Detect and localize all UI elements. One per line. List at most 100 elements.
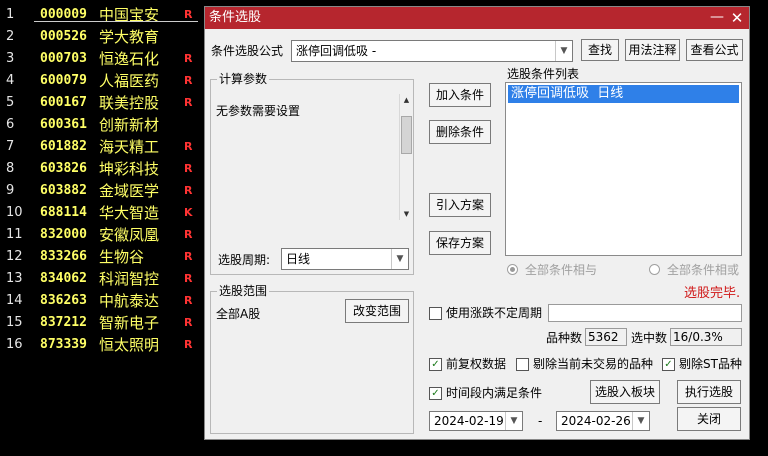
- formula-select[interactable]: 涨停回调低吸 - ▼: [291, 40, 573, 62]
- stock-name: 坤彩科技: [99, 160, 160, 178]
- stock-row[interactable]: 12 833266 生物谷 R: [0, 246, 205, 268]
- condition-list[interactable]: 涨停回调低吸 日线: [505, 82, 742, 256]
- save-scheme-button[interactable]: 保存方案: [429, 231, 491, 255]
- stock-flag: R: [184, 96, 193, 109]
- stock-flag: R: [184, 272, 193, 285]
- stock-row[interactable]: 7 601882 海天精工 R: [0, 136, 205, 158]
- stock-name: 人福医药: [99, 72, 160, 90]
- stock-code: 603826: [40, 161, 87, 176]
- stock-code: 688114: [40, 205, 87, 220]
- stock-code: 000526: [40, 29, 87, 44]
- radio-or-label: 全部条件相或: [667, 263, 740, 277]
- add-condition-button[interactable]: 加入条件: [429, 83, 491, 107]
- stock-row[interactable]: 2 000526 学大教育: [0, 26, 205, 48]
- stock-row[interactable]: 15 837212 智新电子 R: [0, 312, 205, 334]
- count-field: 5362: [585, 328, 627, 346]
- time-range-label: 时间段内满足条件: [446, 386, 543, 400]
- stock-row[interactable]: 4 600079 人福医药 R: [0, 70, 205, 92]
- stock-row[interactable]: 5 600167 联美控股 R: [0, 92, 205, 114]
- stock-name: 安徽凤凰: [99, 226, 160, 244]
- chevron-down-icon[interactable]: ▼: [555, 41, 572, 61]
- date-from-picker[interactable]: 2024-02-19 ▼: [429, 411, 523, 431]
- stock-row[interactable]: 8 603826 坤彩科技 R: [0, 158, 205, 180]
- stock-flag: R: [184, 228, 193, 241]
- period-value: 日线: [286, 252, 311, 266]
- stock-name: 智新电子: [99, 314, 160, 332]
- condition-list-title: 选股条件列表: [507, 67, 580, 81]
- dialog-titlebar[interactable]: 条件选股 — ✕: [205, 7, 749, 29]
- stock-row[interactable]: 6 600361 创新新材: [0, 114, 205, 136]
- stock-row[interactable]: 16 873339 恒太照明 R: [0, 334, 205, 356]
- stock-code: 603882: [40, 183, 87, 198]
- scroll-up-icon[interactable]: ▲: [401, 95, 412, 105]
- scroll-down-icon[interactable]: ▼: [401, 209, 412, 219]
- stock-flag: R: [184, 294, 193, 307]
- remove-untraded-checkbox[interactable]: [516, 358, 529, 371]
- period-select[interactable]: 日线 ▼: [281, 248, 409, 270]
- row-number: 12: [6, 249, 23, 264]
- stock-row[interactable]: 14 836263 中航泰达 R: [0, 290, 205, 312]
- change-range-button[interactable]: 改变范围: [345, 299, 409, 323]
- remove-st-label: 剔除ST品种: [679, 357, 742, 371]
- formula-value: 涨停回调低吸 -: [296, 44, 377, 58]
- stock-name: 华大智造: [99, 204, 160, 222]
- condition-list-item[interactable]: 涨停回调低吸 日线: [508, 85, 739, 103]
- variable-period-label: 使用涨跌不定周期: [446, 306, 543, 320]
- row-number: 13: [6, 271, 23, 286]
- scroll-thumb[interactable]: [401, 116, 412, 154]
- execute-button[interactable]: 执行选股: [677, 380, 741, 404]
- variable-period-input[interactable]: [548, 304, 742, 322]
- time-range-checkbox[interactable]: ✓: [429, 387, 442, 400]
- stock-flag: K: [184, 206, 193, 219]
- stock-row[interactable]: 9 603882 金域医学 R: [0, 180, 205, 202]
- stock-code: 600079: [40, 73, 87, 88]
- stock-row[interactable]: 3 000703 恒逸石化 R: [0, 48, 205, 70]
- prior-adjust-checkbox[interactable]: ✓: [429, 358, 442, 371]
- remove-st-checkbox[interactable]: ✓: [662, 358, 675, 371]
- row-number: 14: [6, 293, 23, 308]
- stock-row[interactable]: 11 832000 安徽凤凰 R: [0, 224, 205, 246]
- stock-row[interactable]: 13 834062 科润智控 R: [0, 268, 205, 290]
- radio-or[interactable]: [649, 264, 660, 275]
- minimize-icon[interactable]: —: [709, 7, 725, 29]
- stock-code: 834062: [40, 271, 87, 286]
- stock-code: 837212: [40, 315, 87, 330]
- date-separator: -: [538, 414, 543, 428]
- stock-code: 600167: [40, 95, 87, 110]
- status-text: 选股完毕.: [684, 286, 741, 301]
- range-value: 全部A股: [216, 307, 261, 321]
- stock-row[interactable]: 10 688114 华大智造 K: [0, 202, 205, 224]
- stock-name: 恒逸石化: [99, 50, 160, 68]
- stock-code: 832000: [40, 227, 87, 242]
- row-number: 1: [6, 7, 15, 22]
- chevron-down-icon[interactable]: ▼: [505, 412, 522, 430]
- view-formula-button[interactable]: 查看公式: [686, 39, 743, 61]
- usage-notes-button[interactable]: 用法注释: [625, 39, 680, 61]
- remove-untraded-label: 剔除当前未交易的品种: [533, 357, 654, 371]
- date-to-picker[interactable]: 2024-02-26 ▼: [556, 411, 650, 431]
- chevron-down-icon[interactable]: ▼: [391, 249, 408, 269]
- add-to-block-button[interactable]: 选股入板块: [590, 380, 660, 404]
- stock-code: 833266: [40, 249, 87, 264]
- stock-code: 601882: [40, 139, 87, 154]
- radio-and[interactable]: [507, 264, 518, 275]
- stock-code: 000009: [40, 7, 87, 22]
- variable-period-checkbox[interactable]: [429, 307, 442, 320]
- dialog-title: 条件选股: [209, 10, 262, 25]
- stock-code: 873339: [40, 337, 87, 352]
- params-scrollbar[interactable]: ▲ ▼: [399, 94, 413, 220]
- close-button[interactable]: 关闭: [677, 407, 741, 431]
- selected-row-underline: [34, 21, 198, 22]
- stock-row[interactable]: 1 000009 中国宝安 R: [0, 4, 205, 26]
- delete-condition-button[interactable]: 删除条件: [429, 120, 491, 144]
- params-text: 无参数需要设置: [216, 104, 301, 118]
- stock-flag: R: [184, 250, 193, 263]
- close-icon[interactable]: ✕: [729, 7, 745, 29]
- selected-field: 16/0.3%: [670, 328, 742, 346]
- row-number: 5: [6, 95, 15, 110]
- import-scheme-button[interactable]: 引入方案: [429, 193, 491, 217]
- row-number: 11: [6, 227, 23, 242]
- find-button[interactable]: 查找: [581, 39, 619, 61]
- stock-name: 恒太照明: [99, 336, 160, 354]
- chevron-down-icon[interactable]: ▼: [632, 412, 649, 430]
